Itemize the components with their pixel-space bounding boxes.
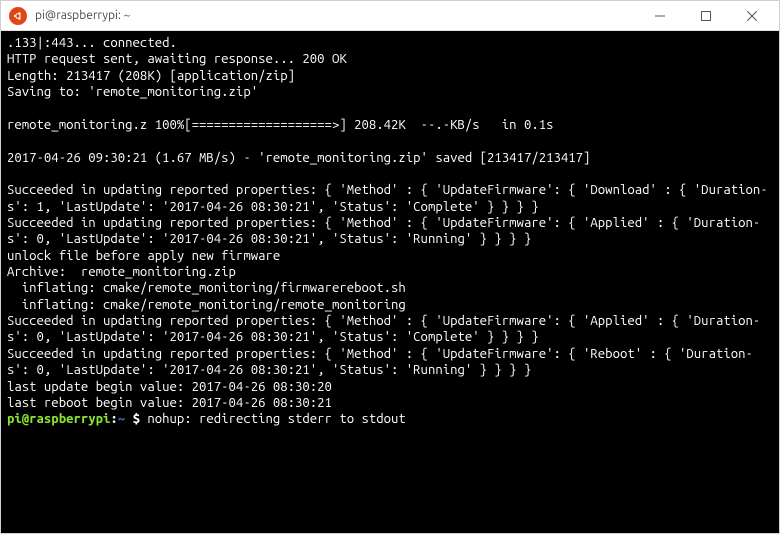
terminal-line: last reboot begin value: 2017-04-26 08:3… [7,395,773,411]
prompt-user-host: pi@raspberrypi [7,412,110,426]
terminal-line: inflating: cmake/remote_monitoring/firmw… [7,280,773,296]
window-controls [637,1,775,31]
terminal-line: Succeeded in updating reported propertie… [7,215,773,248]
prompt-path: ~ [118,412,133,426]
maximize-button[interactable] [683,1,729,31]
terminal-line: Succeeded in updating reported propertie… [7,346,773,379]
close-button[interactable] [729,1,775,31]
ubuntu-logo-icon [12,10,24,22]
ubuntu-terminal-icon [9,7,27,25]
terminal-line [7,166,773,182]
titlebar: pi@raspberrypi: ~ [1,1,779,31]
prompt-colon: : [110,412,117,426]
prompt-dollar: $ [133,412,140,426]
close-icon [747,11,757,21]
terminal-line [7,133,773,149]
terminal-line: HTTP request sent, awaiting response... … [7,51,773,67]
maximize-icon [701,11,711,21]
minimize-icon [655,11,665,21]
terminal-line [7,100,773,116]
terminal-line: Length: 213417 (208K) [application/zip] [7,68,773,84]
terminal-line: inflating: cmake/remote_monitoring/remot… [7,297,773,313]
terminal-line: Succeeded in updating reported propertie… [7,182,773,215]
terminal-line: Saving to: 'remote_monitoring.zip' [7,84,773,100]
terminal-line: .133|:443... connected. [7,35,773,51]
minimize-button[interactable] [637,1,683,31]
terminal-line: 2017-04-26 09:30:21 (1.67 MB/s) - 'remot… [7,150,773,166]
terminal-line: last update begin value: 2017-04-26 08:3… [7,379,773,395]
prompt-tail-output: nohup: redirecting stderr to stdout [140,412,406,426]
terminal-prompt-line[interactable]: pi@raspberrypi:~ $ nohup: redirecting st… [7,411,773,427]
window-title: pi@raspberrypi: ~ [35,9,637,22]
terminal-line: remote_monitoring.z 100%[===============… [7,117,773,133]
terminal-line: unlock file before apply new firmware [7,248,773,264]
terminal-line: Archive: remote_monitoring.zip [7,264,773,280]
terminal-line: Succeeded in updating reported propertie… [7,313,773,346]
terminal-body[interactable]: .133|:443... connected.HTTP request sent… [1,31,779,533]
